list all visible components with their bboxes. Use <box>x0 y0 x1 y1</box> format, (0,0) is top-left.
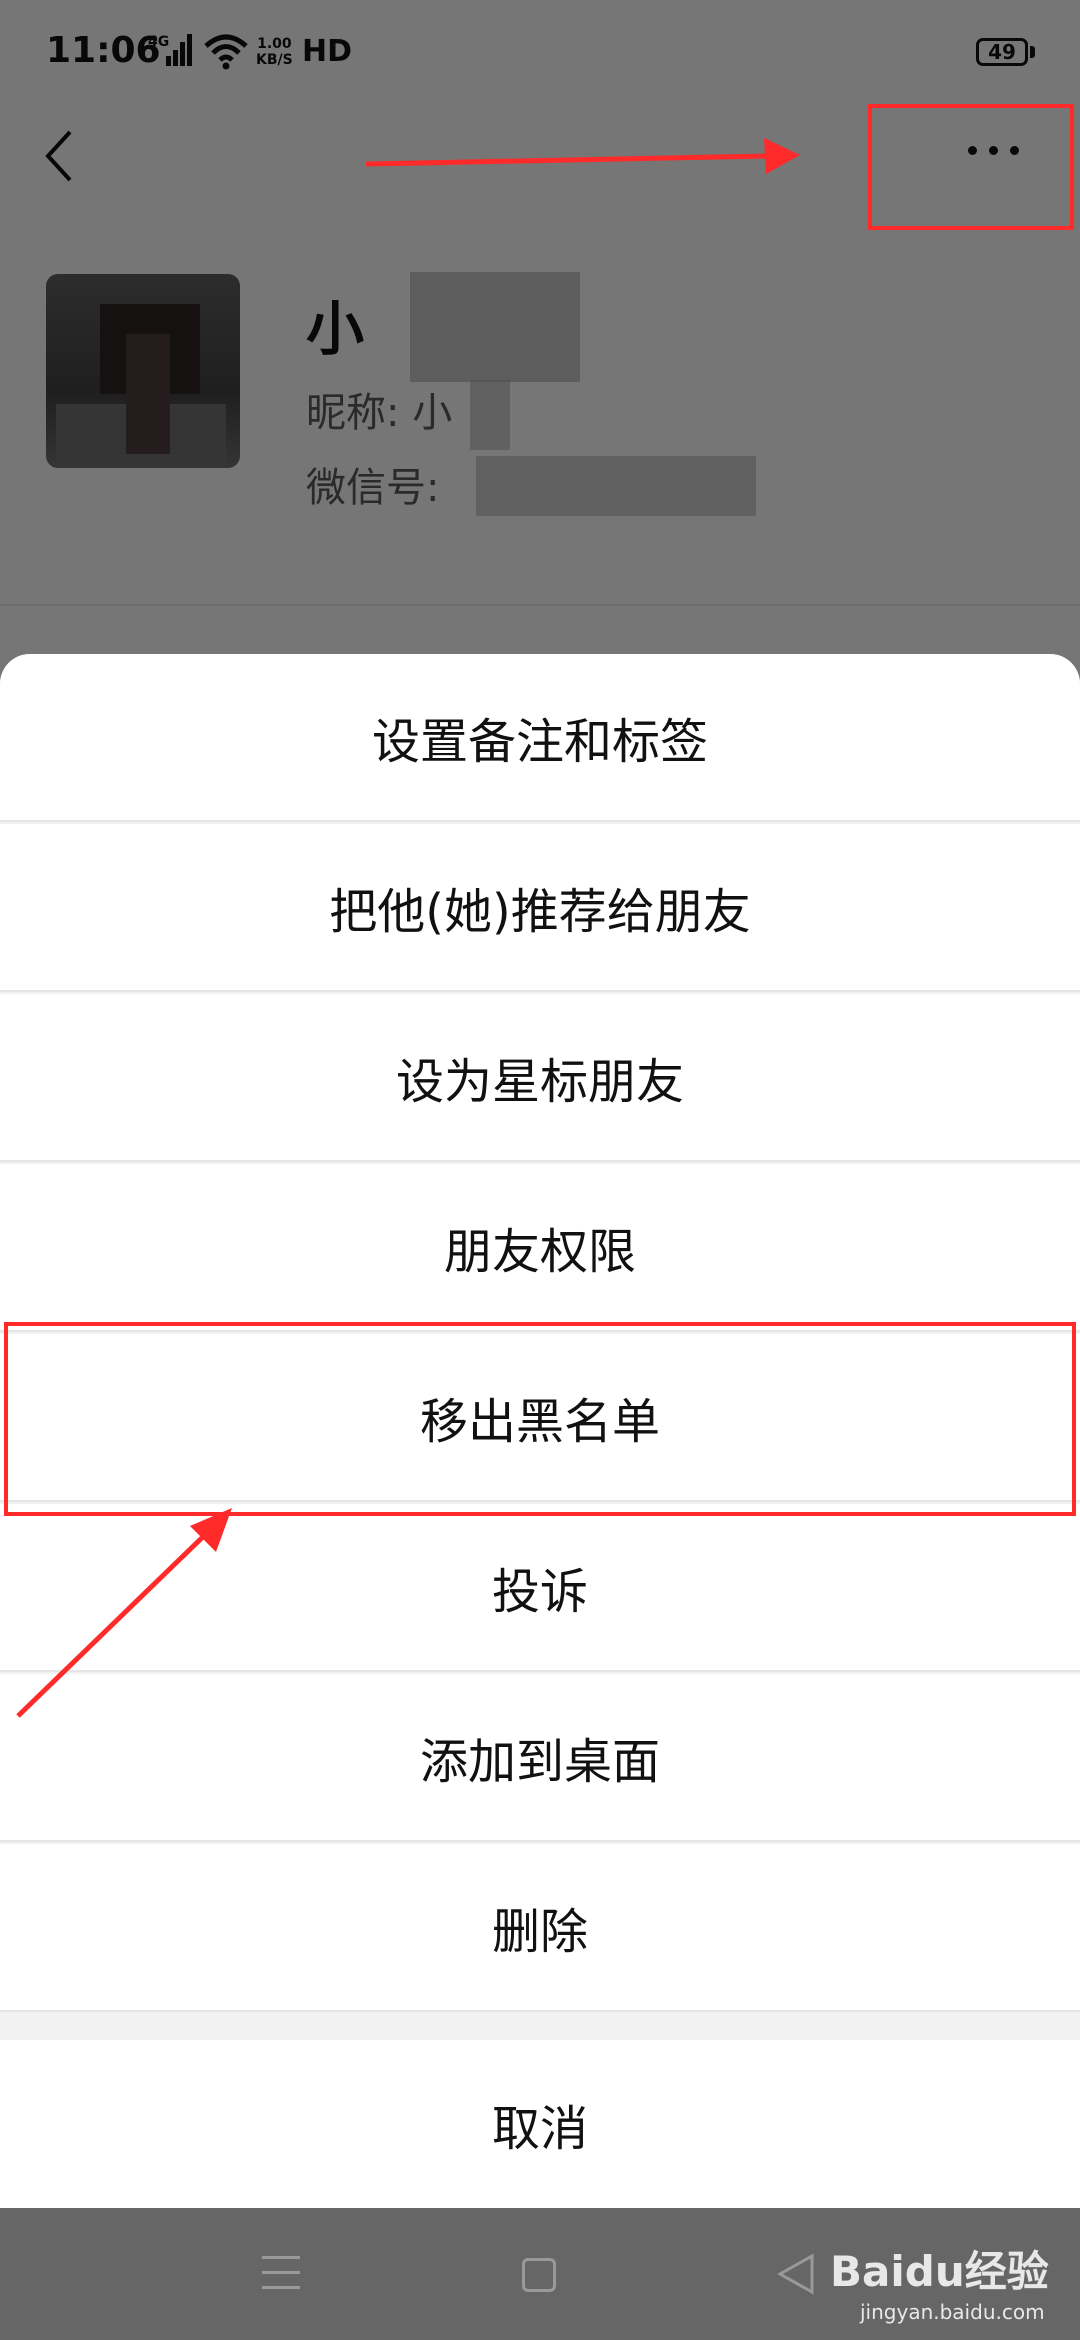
arrow-icon <box>16 1508 232 1718</box>
arrow-icon <box>365 138 800 174</box>
annotation-arrows <box>16 138 800 1718</box>
